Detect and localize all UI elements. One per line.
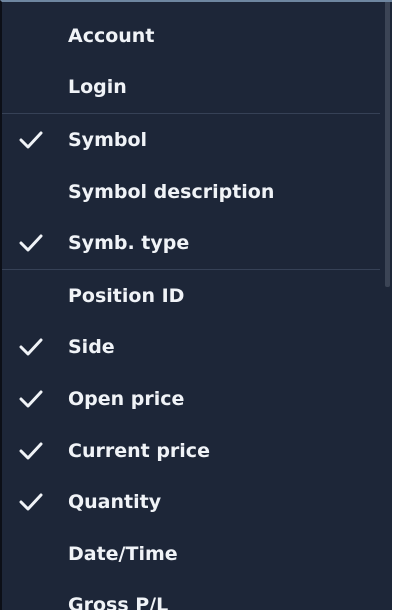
menu-item-label: Quantity [68,491,162,514]
menu-item-date-time[interactable]: Date/Time [2,528,380,580]
checkmark-icon [19,233,43,253]
menu-item-label: Symbol description [68,180,275,203]
column-menu-list: Account Login Symbol Symbol description Symb… [2,10,380,610]
checkmark-icon [19,130,43,150]
menu-item-login[interactable]: Login [2,62,380,114]
menu-item-symbol[interactable]: Symbol [2,114,380,166]
scrollbar-thumb[interactable] [385,2,390,287]
menu-item-label: Position ID [68,284,185,307]
menu-item-label: Login [68,76,127,99]
menu-item-label: Symbol [68,128,148,151]
menu-item-label: Side [68,336,115,359]
menu-item-quantity[interactable]: Quantity [2,476,380,528]
checkmark-icon [19,441,43,461]
menu-item-label: Current price [68,439,210,462]
checkmark-icon [19,337,43,357]
menu-item-side[interactable]: Side [2,322,380,374]
scrollbar-track[interactable] [382,2,392,610]
menu-item-current-price[interactable]: Current price [2,425,380,477]
checkmark-icon [19,492,43,512]
menu-item-position-id[interactable]: Position ID [2,270,380,322]
menu-item-symbol-description[interactable]: Symbol description [2,166,380,218]
menu-item-label: Account [68,24,155,47]
menu-item-gross-p-l[interactable]: Gross P/L [2,580,380,610]
menu-item-label: Open price [68,387,185,410]
menu-item-label: Date/Time [68,542,178,565]
menu-item-account[interactable]: Account [2,10,380,62]
menu-item-open-price[interactable]: Open price [2,373,380,425]
menu-item-label: Gross P/L [68,594,169,610]
menu-item-symb-type[interactable]: Symb. type [2,217,380,269]
column-visibility-menu: Account Login Symbol Symbol description Symb… [0,0,392,610]
menu-item-label: Symb. type [68,232,190,255]
checkmark-icon [19,389,43,409]
